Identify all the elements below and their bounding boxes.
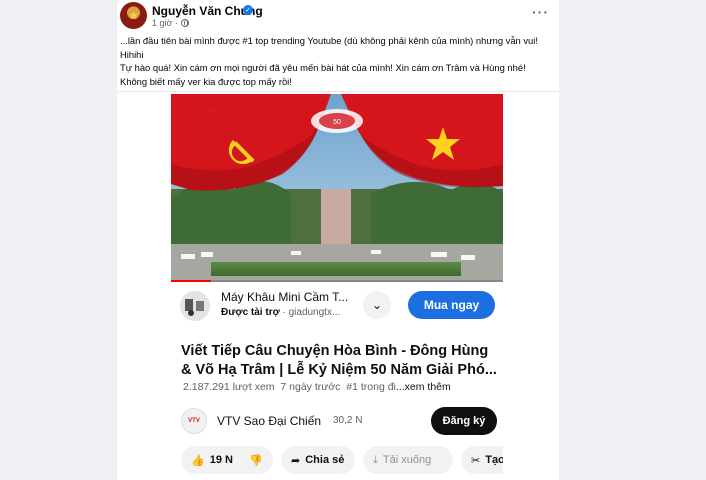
ad-product-image: [180, 291, 210, 321]
channel-avatar[interactable]: VTV: [181, 408, 207, 434]
view-count: 2.187.291 lượt xem: [183, 381, 275, 393]
video-thumbnail[interactable]: 50 VTV: [171, 94, 503, 282]
verified-badge-icon: ✓: [243, 5, 253, 15]
show-more-link[interactable]: ...xem thêm: [396, 381, 451, 393]
like-dislike-group[interactable]: 👍 19 N 👎: [181, 446, 273, 474]
caption-line: ...lần đầu tiên bài mình được #1 top tre…: [120, 35, 538, 60]
sponsored-label: Được tài trợ: [221, 307, 280, 318]
svg-text:50: 50: [333, 119, 341, 126]
download-icon: ⤓: [373, 453, 378, 466]
ad-row[interactable]: Máy Khâu Mini Cầm T... Được tài trợ · gi…: [177, 288, 499, 322]
thumbs-down-icon[interactable]: 👎: [249, 454, 263, 467]
star-icon: ★: [128, 9, 139, 22]
action-bar: 👍 19 N 👎 ➦ Chia sẻ ⤓ Tải xuống ✂ Tạo c: [177, 446, 503, 474]
ad-sponsored-line: Được tài trợ · giadungtx...: [221, 307, 340, 318]
youtube-screenshot[interactable]: 50 VTV Máy Khâu Mini Cầm T... Được tài t…: [171, 94, 503, 480]
clip-label: Tạo c: [485, 454, 503, 466]
post-header: ★ Nguyễn Văn Chung ✓ 1 giờ · ···: [117, 0, 559, 32]
author-avatar[interactable]: ★: [120, 2, 147, 29]
thumbs-up-icon[interactable]: 👍: [191, 454, 205, 467]
more-options-icon[interactable]: ···: [532, 4, 549, 20]
expand-ad-button[interactable]: ⌄: [363, 291, 391, 319]
share-icon: ➦: [291, 453, 301, 467]
facebook-post: ★ Nguyễn Văn Chung ✓ 1 giờ · ··· ...lần …: [117, 0, 559, 480]
globe-icon: [180, 19, 189, 27]
subscriber-count: 30,2 N: [333, 415, 363, 426]
post-time-row: 1 giờ ·: [152, 18, 189, 28]
like-count: 19 N: [209, 454, 233, 466]
caption-line: Không biết mấy ver kia được top mấy rồi!: [120, 75, 292, 87]
video-title[interactable]: Viết Tiếp Câu Chuyện Hòa Bình - Đông Hùn…: [181, 342, 499, 380]
trending-rank: #1 trong đi: [346, 381, 396, 393]
progress-fill: [171, 280, 211, 282]
clip-button[interactable]: ✂ Tạo c: [461, 446, 503, 474]
ad-domain: · giadungtx...: [282, 307, 341, 318]
subscribe-button[interactable]: Đăng ký: [431, 407, 497, 435]
ad-title[interactable]: Máy Khâu Mini Cầm T...: [221, 290, 348, 304]
vtv-logo: VTV: [205, 110, 219, 117]
video-meta: 2.187.291 lượt xem 7 ngày trước #1 trong…: [183, 381, 451, 393]
ad-thumbnail[interactable]: [180, 291, 210, 321]
post-time[interactable]: 1 giờ: [152, 18, 172, 28]
download-button[interactable]: ⤓ Tải xuống: [363, 446, 453, 474]
channel-name[interactable]: VTV Sao Đại Chiến: [217, 414, 321, 428]
caption-line: Tự hào quá! Xin cám ơn mọi người đã yêu …: [120, 62, 526, 73]
video-frame-image: 50: [171, 94, 503, 282]
share-button[interactable]: ➦ Chia sẻ: [281, 446, 355, 474]
post-caption: ...lần đầu tiên bài mình được #1 top tre…: [120, 34, 556, 88]
chevron-down-icon: ⌄: [371, 298, 383, 312]
upload-age: 7 ngày trước: [280, 381, 341, 393]
buy-now-button[interactable]: Mua ngay: [408, 291, 495, 319]
video-progress-bar[interactable]: [171, 280, 503, 282]
download-label: Tải xuống: [382, 454, 432, 466]
channel-row: VTV VTV Sao Đại Chiến 30,2 N Đăng ký: [177, 406, 499, 436]
scissors-icon: ✂: [471, 453, 481, 467]
share-label: Chia sẻ: [305, 454, 345, 466]
